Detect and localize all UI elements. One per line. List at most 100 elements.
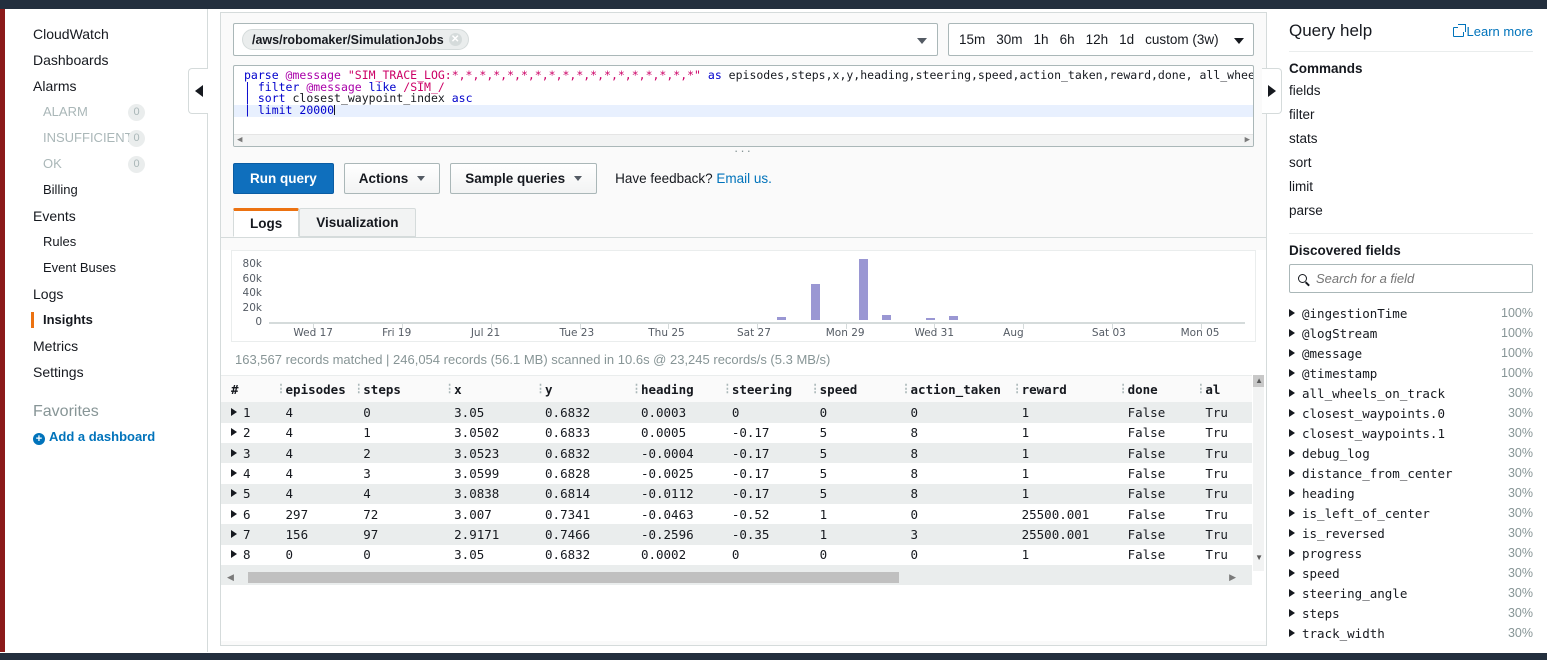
scroll-left-icon[interactable]: ◀ <box>237 136 242 145</box>
column-header-x[interactable]: ⋮ x <box>444 375 536 403</box>
expand-field-icon[interactable] <box>1289 589 1295 597</box>
log-group-select[interactable]: /aws/robomaker/SimulationJobs ✕ <box>233 23 938 56</box>
sidebar-item-settings[interactable]: Settings <box>5 359 207 385</box>
discovered-field-distance_from_center[interactable]: distance_from_center 30% <box>1289 463 1547 483</box>
discovered-field-closest_waypoints0[interactable]: closest_waypoints.0 30% <box>1289 403 1547 423</box>
discovered-field-steering_angle[interactable]: steering_angle 30% <box>1289 583 1547 603</box>
discovered-field-is_left_of_center[interactable]: is_left_of_center 30% <box>1289 503 1547 523</box>
query-editor-code[interactable]: parse @message "SIM_TRACE_LOG:*,*,*,*,*,… <box>234 69 1253 117</box>
scroll-right-icon[interactable]: ▶ <box>1245 136 1250 145</box>
table-row[interactable]: 6 297 72 3.007 0.7341 -0.0463 -0.52 1 0 25500.001… <box>221 503 1252 525</box>
discovered-field-is_reversed[interactable]: is_reversed 30% <box>1289 523 1547 543</box>
command-filter[interactable]: filter <box>1289 103 1547 127</box>
column-header-speed[interactable]: ⋮ speed <box>809 375 901 403</box>
table-row[interactable]: 3 4 2 3.0523 0.6832 -0.0004 -0.17 5 8 1 False Tru <box>221 443 1252 464</box>
column-resize-grip[interactable]: ⋮ <box>535 382 546 395</box>
run-query-button[interactable]: Run query <box>233 163 334 194</box>
column-resize-grip[interactable]: ⋮ <box>901 382 912 395</box>
expand-field-icon[interactable] <box>1289 449 1295 457</box>
sidebar-item-dashboards[interactable]: Dashboards <box>5 47 207 73</box>
sample-queries-button[interactable]: Sample queries <box>450 163 598 194</box>
discovered-field-message[interactable]: @message 100% <box>1289 343 1547 363</box>
sidebar-item-events[interactable]: Events <box>5 203 207 229</box>
discovered-field-debug_log[interactable]: debug_log 30% <box>1289 443 1547 463</box>
time-range-1h[interactable]: 1h <box>1034 32 1049 47</box>
table-row[interactable]: 7 156 97 2.9171 0.7466 -0.2596 -0.35 1 3 25500.00… <box>221 524 1252 545</box>
expand-row-icon[interactable] <box>231 529 237 538</box>
time-range-1d[interactable]: 1d <box>1119 32 1134 47</box>
expand-row-icon[interactable] <box>231 509 237 518</box>
column-header-index[interactable]: ⋮# <box>221 375 276 403</box>
column-resize-grip[interactable]: ⋮ <box>722 382 733 395</box>
expand-row-icon[interactable] <box>231 550 237 559</box>
expand-field-icon[interactable] <box>1289 329 1295 337</box>
table-row[interactable]: 5 4 4 3.0838 0.6814 -0.0112 -0.17 5 8 1 False Tru <box>221 483 1252 504</box>
discovered-field-steps[interactable]: steps 30% <box>1289 603 1547 623</box>
results-horizontal-scroll-thumb[interactable] <box>248 572 899 584</box>
expand-field-icon[interactable] <box>1289 349 1295 357</box>
editor-resize-handle[interactable]: ··· <box>233 144 1254 161</box>
expand-row-icon[interactable] <box>231 469 237 478</box>
expand-row-icon[interactable] <box>231 448 237 457</box>
sidebar-item-cloudwatch[interactable]: CloudWatch <box>5 21 207 47</box>
tab-visualization[interactable]: Visualization <box>299 208 416 237</box>
expand-field-icon[interactable] <box>1289 569 1295 577</box>
chevron-down-icon[interactable] <box>917 38 927 44</box>
command-fields[interactable]: fields <box>1289 79 1547 103</box>
expand-row-icon[interactable] <box>231 408 237 417</box>
query-line-3[interactable]: | sort closest_waypoint_index asc <box>234 93 1253 105</box>
sidebar-item-ok[interactable]: OK 0 <box>5 151 207 177</box>
collapse-query-help-handle[interactable] <box>1262 68 1282 114</box>
expand-row-icon[interactable] <box>231 489 237 498</box>
command-limit[interactable]: limit <box>1289 175 1547 199</box>
column-resize-grip[interactable]: ⋮ <box>1118 382 1129 395</box>
column-header-episodes[interactable]: ⋮ episodes <box>275 375 354 403</box>
table-row[interactable]: 2 4 1 3.0502 0.6833 0.0005 -0.17 5 8 1 False Tru <box>221 422 1252 444</box>
time-range-15m[interactable]: 15m <box>959 32 985 47</box>
expand-field-icon[interactable] <box>1289 609 1295 617</box>
add-dashboard-button[interactable]: + Add a dashboard <box>5 425 207 449</box>
time-range-6h[interactable]: 6h <box>1060 32 1075 47</box>
expand-field-icon[interactable] <box>1289 629 1295 637</box>
expand-field-icon[interactable] <box>1289 549 1295 557</box>
query-line-4[interactable]: | limit 20000 <box>234 104 1253 117</box>
sidebar-item-insufficient[interactable]: INSUFFICIENT 0 <box>5 125 207 151</box>
sidebar-item-logs[interactable]: Logs <box>5 281 207 307</box>
table-row[interactable]: 1 4 0 3.05 0.6832 0.0003 0 0 0 1 False Tru <box>221 402 1252 423</box>
time-range-custom[interactable]: custom (3w) <box>1145 32 1219 47</box>
query-editor[interactable]: parse @message "SIM_TRACE_LOG:*,*,*,*,*,… <box>233 65 1254 147</box>
scroll-left-icon[interactable]: ◀ <box>227 572 234 582</box>
column-header-al[interactable]: ⋮ al <box>1195 375 1252 403</box>
discovered-field-all_wheels_on_track[interactable]: all_wheels_on_track 30% <box>1289 383 1547 403</box>
column-header-heading[interactable]: ⋮ heading <box>630 375 722 403</box>
sidebar-item-metrics[interactable]: Metrics <box>5 333 207 359</box>
column-resize-grip[interactable]: ⋮ <box>353 382 364 395</box>
editor-horizontal-scrollbar[interactable]: ◀ ▶ <box>234 134 1253 146</box>
sidebar-item-event-buses[interactable]: Event Buses <box>5 255 207 281</box>
discovered-field-ingestionTime[interactable]: @ingestionTime 100% <box>1289 303 1547 323</box>
remove-token-icon[interactable]: ✕ <box>448 33 462 46</box>
email-us-link[interactable]: Email us. <box>716 171 772 186</box>
discovered-field-speed[interactable]: speed 30% <box>1289 563 1547 583</box>
sidebar-item-alarm[interactable]: ALARM 0 <box>5 99 207 125</box>
discovered-field-heading[interactable]: heading 30% <box>1289 483 1547 503</box>
expand-field-icon[interactable] <box>1289 509 1295 517</box>
sidebar-item-insights[interactable]: Insights <box>5 307 207 333</box>
scroll-up-icon[interactable]: ▲ <box>1255 376 1263 385</box>
sidebar-item-rules[interactable]: Rules <box>5 229 207 255</box>
expand-field-icon[interactable] <box>1289 389 1295 397</box>
tab-logs[interactable]: Logs <box>233 208 300 237</box>
discovered-field-closest_waypoints1[interactable]: closest_waypoints.1 30% <box>1289 423 1547 443</box>
time-range-selector[interactable]: 15m 30m 1h 6h 12h 1d custom (3w) <box>948 23 1254 56</box>
column-header-done[interactable]: ⋮ done <box>1117 375 1196 403</box>
column-header-y[interactable]: ⋮ y <box>535 375 631 403</box>
sidebar-item-alarms[interactable]: Alarms <box>5 73 207 99</box>
results-vertical-scrollbar[interactable] <box>1253 375 1264 571</box>
time-range-30m[interactable]: 30m <box>996 32 1022 47</box>
column-resize-grip[interactable]: ⋮ <box>444 382 455 395</box>
column-resize-grip[interactable]: ⋮ <box>810 382 821 395</box>
discovered-field-logStream[interactable]: @logStream 100% <box>1289 323 1547 343</box>
actions-menu-button[interactable]: Actions <box>343 163 441 194</box>
expand-field-icon[interactable] <box>1289 469 1295 477</box>
column-resize-grip[interactable]: ⋮ <box>1195 382 1206 395</box>
